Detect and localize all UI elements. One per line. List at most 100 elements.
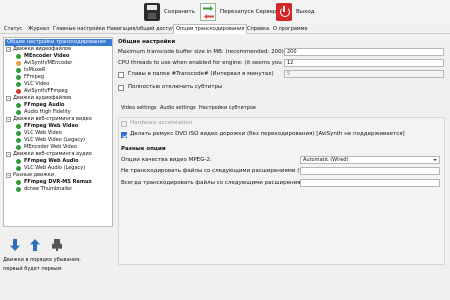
main-tabs: Статус Журнал Главные настройки Навигаци… <box>0 24 450 34</box>
move-down-button[interactable] <box>8 238 22 252</box>
tree-item-vlc-web-video-legacy[interactable]: VLC Web Video (Legacy) <box>16 137 85 144</box>
subtab-video-settings[interactable]: Video settings <box>121 104 157 113</box>
toggle-engine-button[interactable] <box>50 238 64 252</box>
mpeg2-quality-select[interactable]: Automatic (Wired) <box>300 156 440 164</box>
engine-order-hint-2: первый будет первым <box>3 266 62 272</box>
status-ok-icon <box>16 103 21 108</box>
tree-root-label: Общие настройки транскодирования <box>7 39 106 45</box>
chapters-interval-input[interactable]: 5 <box>284 70 444 78</box>
subtab-subtitle-settings[interactable]: Настройки субтитров <box>199 104 256 113</box>
tree-item-dcraw-thumbnailer[interactable]: dcraw Thumbnailer <box>16 186 72 193</box>
cpu-threads-input[interactable]: 12 <box>284 59 444 67</box>
save-label: Сохранить <box>164 9 195 15</box>
tab-about[interactable]: О программе <box>271 25 310 34</box>
status-ok-icon <box>16 82 21 87</box>
tree-item-avisynth-mencoder[interactable]: AviSynth/MEncoder <box>16 60 72 67</box>
status-ok-icon <box>16 110 21 115</box>
tab-status[interactable]: Статус <box>2 25 24 34</box>
remux-dvd-iso-label: Делать ремукс DVD ISO видео дорожки (без… <box>130 131 405 137</box>
save-icon <box>144 2 160 22</box>
status-ok-icon <box>16 187 21 192</box>
tree-item-avisynth-ffmpeg[interactable]: AviSynth/FFmpeg <box>16 88 68 95</box>
tab-transcoding-options[interactable]: Опции транскодирования <box>173 24 248 34</box>
hardware-acceleration-label: Hardware acceleration <box>130 120 193 126</box>
tree-item-ffmpeg-web-video[interactable]: FFmpeg Web Video <box>16 123 78 130</box>
tree-group-label: Разные движки <box>13 172 55 178</box>
tree-item-vlc-web-audio-legacy[interactable]: VLC Web Audio (Legacy) <box>16 165 85 172</box>
status-ok-icon <box>16 124 21 129</box>
status-ok-icon <box>16 54 21 59</box>
general-settings-title: Общие настройки <box>118 39 176 45</box>
arrow-down-icon <box>10 239 20 251</box>
status-ok-icon <box>16 166 21 171</box>
tree-item-audio-hifi[interactable]: Audio High Fidelity <box>16 109 71 116</box>
buffer-size-label: Maximum transcode buffer size in MB: (re… <box>118 49 284 55</box>
save-button[interactable]: Сохранить <box>144 0 195 24</box>
status-ok-icon <box>16 145 21 150</box>
hardware-acceleration-checkbox[interactable] <box>121 121 127 127</box>
disable-subtitles-label: Полностью отключить субтитры <box>128 84 223 90</box>
status-warning-icon <box>16 61 21 66</box>
video-settings-panel <box>118 117 445 265</box>
misc-options-title: Разные опции <box>121 146 166 152</box>
tree-item-vlc-video[interactable]: VLC Video <box>16 81 49 88</box>
collapse-icon[interactable]: − <box>6 152 11 157</box>
tree-item-tsmuxer[interactable]: tsMuxeR <box>16 67 45 74</box>
chevron-down-icon <box>433 159 437 161</box>
chapters-checkbox[interactable] <box>118 72 124 78</box>
tab-general-settings[interactable]: Главные настройки <box>51 25 107 34</box>
disable-subtitles-checkbox[interactable] <box>118 85 124 91</box>
collapse-icon[interactable]: − <box>6 47 11 52</box>
tab-help[interactable]: Справка <box>245 25 271 34</box>
tree-item-common-settings[interactable]: Общие настройки транскодирования <box>5 39 112 46</box>
tree-group-misc-engines[interactable]: − Разные движки <box>6 172 54 179</box>
plug-icon <box>52 239 62 251</box>
tree-item-ffmpeg-dvr-ms-remux[interactable]: FFmpeg DVR-MS Remux <box>16 179 92 186</box>
status-ok-icon <box>16 131 21 136</box>
tab-navigation-sharing[interactable]: Навигация/общий доступ <box>105 25 176 34</box>
exit-button[interactable]: Выход <box>276 0 315 24</box>
tree-group-label: Движки веб-стриминга видео <box>13 116 92 122</box>
tree-item-ffmpeg-audio[interactable]: FFmpeg Audio <box>16 102 65 109</box>
always-transcode-extensions-input[interactable] <box>300 179 440 187</box>
buffer-size-input[interactable]: 200 <box>284 48 444 56</box>
engine-order-hint-1: Движки в порядке убывания; <box>3 257 81 263</box>
tree-item-ffmpeg-web-audio[interactable]: FFmpeg Web Audio <box>16 158 79 165</box>
status-ok-icon <box>16 138 21 143</box>
tree-group-video-engines[interactable]: − Движки видеофайлов <box>6 46 71 53</box>
tree-group-label: Движки видеофайлов <box>13 46 72 52</box>
tree-group-web-audio-engines[interactable]: − Движки веб-стриминга аудио <box>6 151 92 158</box>
status-ok-icon <box>16 159 21 164</box>
remux-dvd-iso-checkbox[interactable] <box>121 132 127 138</box>
no-transcode-extensions-input[interactable] <box>300 167 440 175</box>
collapse-icon[interactable]: − <box>6 96 11 101</box>
collapse-icon[interactable]: − <box>6 173 11 178</box>
tree-item-mencoder-video[interactable]: MEncoder Video <box>16 53 69 60</box>
mpeg2-quality-value: Automatic (Wired) <box>303 157 349 163</box>
mpeg2-quality-label: Опции качества видео MPEG-2: <box>121 157 212 163</box>
subtab-audio-settings[interactable]: Audio settings <box>160 104 196 113</box>
chapters-label: Главы в папке #Transcode# (Интервал в ми… <box>128 71 274 77</box>
arrow-up-icon <box>30 239 40 251</box>
status-ok-icon <box>16 75 21 80</box>
status-ok-icon <box>16 68 21 73</box>
tree-item-ffmpeg[interactable]: FFmpeg <box>16 74 44 81</box>
engine-tree[interactable]: Общие настройки транскодирования − Движк… <box>3 37 113 227</box>
restart-server-button[interactable]: Перезапуск Сервера <box>200 0 280 24</box>
status-error-icon <box>16 89 21 94</box>
restart-label: Перезапуск Сервера <box>220 9 280 15</box>
tree-group-audio-engines[interactable]: − Движки аудиофайлов <box>6 95 71 102</box>
tree-item-vlc-web-video[interactable]: VLC Web Video <box>16 130 62 137</box>
collapse-icon[interactable]: − <box>6 117 11 122</box>
move-up-button[interactable] <box>28 238 42 252</box>
tree-group-label: Движки аудиофайлов <box>13 95 72 101</box>
cpu-threads-label: CPU threads to use when enabled for engi… <box>118 60 308 66</box>
toolbar: Сохранить Перезапуск Сервера Выход <box>0 0 450 24</box>
tab-log[interactable]: Журнал <box>26 25 51 34</box>
tree-item-mencoder-web-video[interactable]: MEncoder Web Video <box>16 144 77 151</box>
exit-label: Выход <box>296 9 315 15</box>
power-icon <box>276 2 292 22</box>
status-ok-icon <box>16 180 21 185</box>
tree-group-web-video-engines[interactable]: − Движки веб-стриминга видео <box>6 116 92 123</box>
tree-group-label: Движки веб-стриминга аудио <box>13 151 92 157</box>
